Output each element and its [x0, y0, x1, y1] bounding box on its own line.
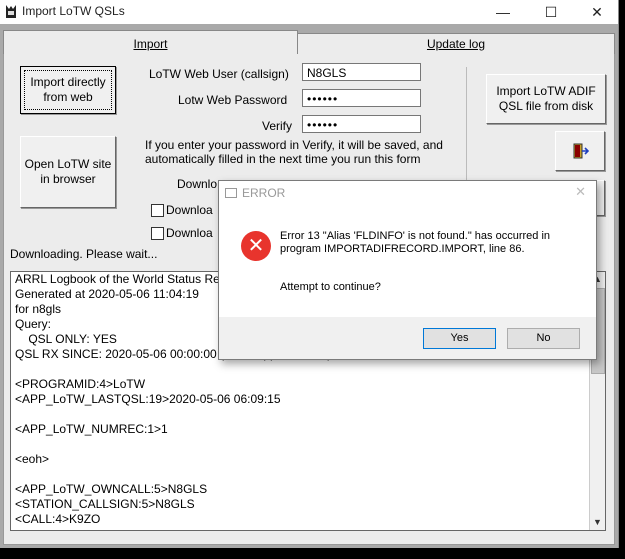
lotw-user-label: LoTW Web User (callsign) — [149, 67, 289, 81]
log-line: <CALL:4>K9ZO — [15, 512, 101, 526]
log-line: <APP_LoTW_NUMREC:1>1 — [15, 422, 168, 436]
import-lotw-adif-button[interactable]: Import LoTW ADIF QSL file from disk — [486, 74, 606, 124]
verify-password-input[interactable]: •••••• — [302, 115, 421, 133]
import-directly-from-web-button[interactable]: Import directly from web — [20, 66, 116, 114]
download-label: Downlo — [177, 177, 218, 191]
close-button[interactable]: ✕ — [574, 0, 620, 24]
log-line: <STATION_CALLSIGN:5>N8GLS — [15, 497, 195, 511]
log-line: <APP_LoTW_LASTQSL:19>2020-05-06 06:09:15 — [15, 392, 281, 406]
tab-import-label: Import — [133, 37, 168, 51]
window-title: Import LoTW QSLs — [22, 4, 125, 18]
log-line: <PROGRAMID:4>LoTW — [15, 377, 146, 391]
yes-button[interactable]: Yes — [423, 328, 496, 349]
no-button[interactable]: No — [507, 328, 580, 349]
app-icon — [6, 5, 16, 18]
error-dialog: ERROR ✕ ✕ Error 13 "Alias 'FLDINFO' is n… — [218, 180, 597, 360]
dialog-close-icon[interactable]: ✕ — [575, 184, 586, 200]
download-checkbox-1[interactable] — [151, 204, 164, 217]
tab-update-log-label: Update log — [426, 37, 486, 51]
scroll-down-icon[interactable]: ▼ — [590, 515, 605, 530]
lotw-user-input[interactable]: N8GLS — [302, 63, 421, 81]
open-lotw-site-button[interactable]: Open LoTW site in browser — [20, 136, 116, 208]
minimize-button[interactable]: — — [480, 0, 526, 24]
maximize-button[interactable]: ☐ — [528, 0, 574, 24]
error-icon: ✕ — [241, 231, 271, 261]
background-strip — [0, 548, 625, 559]
tab-import[interactable]: Import — [3, 30, 298, 55]
tab-update-log[interactable]: Update log — [297, 33, 615, 56]
download-checkbox-1-label: Downloa — [166, 203, 213, 217]
error-dialog-title: ERROR — [242, 186, 286, 200]
log-line: <eoh> — [15, 452, 50, 466]
open-site-label: Open LoTW site in browser — [24, 157, 112, 186]
error-question: Attempt to continue? — [280, 281, 381, 293]
title-bar[interactable]: Import LoTW QSLs — ☐ ✕ — [0, 0, 618, 24]
error-dialog-footer: Yes No — [219, 317, 596, 359]
error-dialog-body: ✕ Error 13 "Alias 'FLDINFO' is not found… — [219, 203, 596, 317]
status-text: Downloading. Please wait... — [10, 247, 158, 261]
lotw-password-label: Lotw Web Password — [178, 93, 288, 107]
download-checkbox-2-label: Downloa — [166, 226, 213, 240]
import-adif-label: Import LoTW ADIF QSL file from disk — [496, 84, 596, 113]
lotw-password-input[interactable]: •••••• — [302, 89, 421, 107]
log-line: <APP_LoTW_OWNCALL:5>N8GLS — [15, 482, 208, 496]
error-message: Error 13 "Alias 'FLDINFO' is not found."… — [280, 230, 551, 255]
password-note: If you enter your password in Verify, it… — [145, 138, 443, 166]
dialog-window-icon — [225, 188, 237, 198]
verify-label: Verify — [262, 119, 293, 133]
import-web-label: Import directly from web — [30, 75, 106, 104]
exit-door-icon — [573, 143, 589, 159]
exit-button[interactable] — [555, 131, 605, 171]
download-checkbox-2[interactable] — [151, 227, 164, 240]
error-dialog-titlebar[interactable]: ERROR ✕ — [219, 181, 596, 203]
